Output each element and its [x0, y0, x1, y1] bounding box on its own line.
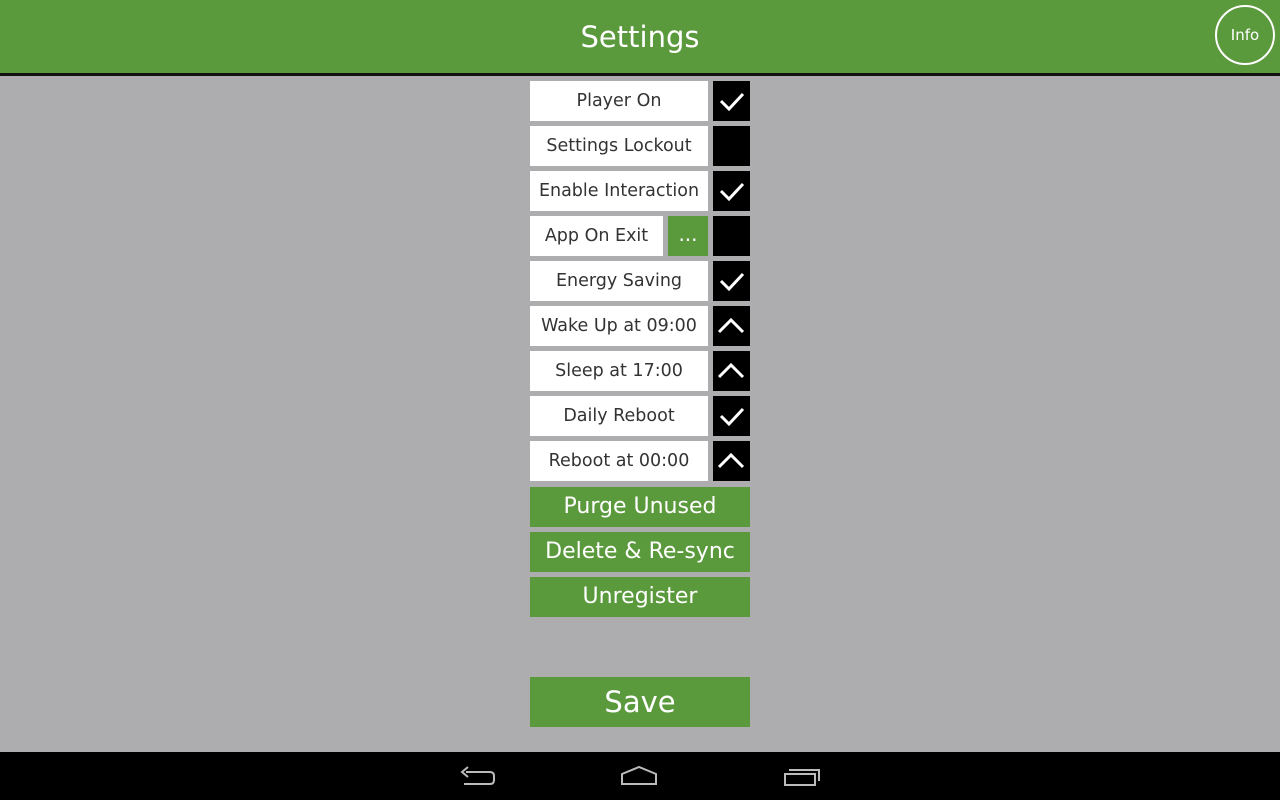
- setting-label-wake-up[interactable]: Wake Up at 09:00: [530, 306, 708, 346]
- delete-resync-button[interactable]: Delete & Re-sync: [530, 532, 750, 572]
- chevron-up-icon: [717, 362, 745, 379]
- chevron-up-icon: [717, 317, 745, 334]
- expand-wake-up[interactable]: [713, 306, 750, 346]
- unregister-button[interactable]: Unregister: [530, 577, 750, 617]
- expand-reboot-at[interactable]: [713, 441, 750, 481]
- setting-row-reboot-at: Reboot at 00:00: [530, 441, 750, 481]
- setting-label-enable-interaction[interactable]: Enable Interaction: [530, 171, 708, 211]
- recent-apps-icon[interactable]: [778, 762, 826, 790]
- checkbox-enable-interaction[interactable]: [713, 171, 750, 211]
- back-icon[interactable]: [454, 762, 502, 790]
- checkmark-icon: [719, 92, 745, 112]
- setting-row-energy-saving: Energy Saving: [530, 261, 750, 301]
- setting-label-reboot-at[interactable]: Reboot at 00:00: [530, 441, 708, 481]
- setting-label-settings-lockout[interactable]: Settings Lockout: [530, 126, 708, 166]
- purge-unused-button[interactable]: Purge Unused: [530, 487, 750, 527]
- setting-row-daily-reboot: Daily Reboot: [530, 396, 750, 436]
- setting-label-daily-reboot[interactable]: Daily Reboot: [530, 396, 708, 436]
- setting-label-player-on[interactable]: Player On: [530, 81, 708, 121]
- setting-label-sleep[interactable]: Sleep at 17:00: [530, 351, 708, 391]
- save-button[interactable]: Save: [530, 677, 750, 727]
- expand-sleep[interactable]: [713, 351, 750, 391]
- setting-row-app-on-exit: App On Exit ...: [530, 216, 750, 256]
- setting-row-sleep: Sleep at 17:00: [530, 351, 750, 391]
- setting-label-energy-saving[interactable]: Energy Saving: [530, 261, 708, 301]
- checkbox-settings-lockout[interactable]: [713, 126, 750, 166]
- setting-row-settings-lockout: Settings Lockout: [530, 126, 750, 166]
- checkmark-icon: [719, 272, 745, 292]
- checkmark-icon: [719, 407, 745, 427]
- setting-row-wake-up: Wake Up at 09:00: [530, 306, 750, 346]
- app-header: Settings Info: [0, 0, 1280, 76]
- chevron-up-icon: [717, 452, 745, 469]
- checkbox-player-on[interactable]: [713, 81, 750, 121]
- app-on-exit-more-button[interactable]: ...: [668, 216, 708, 256]
- checkbox-app-on-exit[interactable]: [713, 216, 750, 256]
- page-title: Settings: [580, 20, 700, 54]
- home-icon[interactable]: [615, 762, 663, 790]
- setting-row-enable-interaction: Enable Interaction: [530, 171, 750, 211]
- system-navigation-bar: [0, 752, 1280, 800]
- checkbox-daily-reboot[interactable]: [713, 396, 750, 436]
- checkbox-energy-saving[interactable]: [713, 261, 750, 301]
- info-button[interactable]: Info: [1215, 5, 1275, 65]
- setting-row-player-on: Player On: [530, 81, 750, 121]
- setting-label-app-on-exit[interactable]: App On Exit: [530, 216, 663, 256]
- checkmark-icon: [719, 182, 745, 202]
